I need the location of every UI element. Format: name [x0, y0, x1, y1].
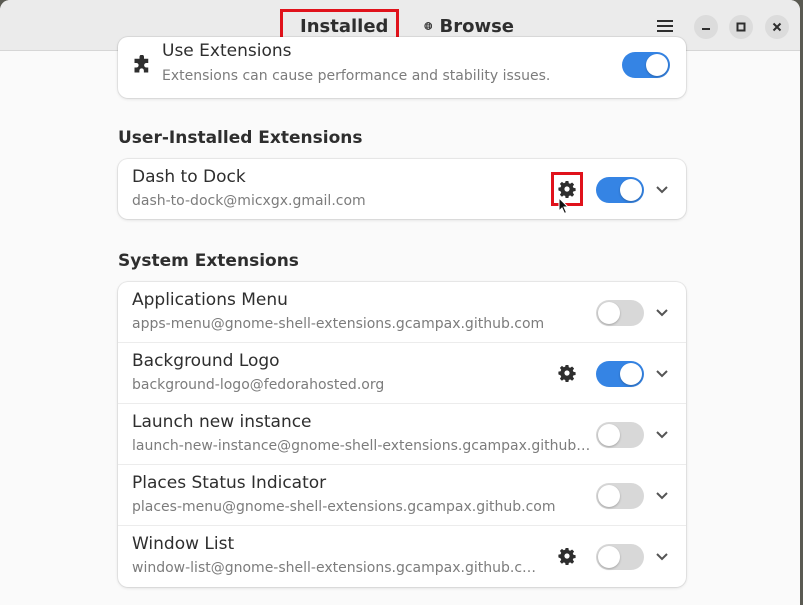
- gear-icon: [558, 181, 576, 198]
- extension-id: launch-new-instance@gnome-shell-extensio…: [132, 438, 591, 454]
- gear-icon: [558, 365, 576, 382]
- settings-button[interactable]: [557, 363, 577, 383]
- extension-name: Places Status Indicator: [132, 473, 327, 493]
- puzzle-icon: [134, 55, 149, 73]
- extension-toggle[interactable]: [596, 361, 644, 387]
- extension-name: Applications Menu: [132, 290, 288, 310]
- chevron-down-icon[interactable]: [653, 547, 671, 565]
- use-extensions-row: Use Extensions Extensions can cause perf…: [118, 37, 686, 98]
- extension-toggle[interactable]: [596, 177, 644, 203]
- extension-row-dash-to-dock[interactable]: Dash to Dock dash-to-dock@micxgx.gmail.c…: [118, 159, 686, 219]
- extension-id: background-logo@fedorahosted.org: [132, 377, 385, 393]
- use-extensions-subtitle: Extensions can cause performance and sta…: [162, 68, 551, 84]
- toggle-knob: [646, 54, 668, 76]
- close-icon: [772, 22, 782, 32]
- hamburger-menu-icon: [657, 20, 673, 32]
- extensions-window: Installed Browse Use Extensions Extensio…: [0, 0, 800, 605]
- extension-id: places-menu@gnome-shell-extensions.gcamp…: [132, 499, 556, 515]
- chevron-down-icon[interactable]: [653, 180, 671, 198]
- tab-browse-label: Browse: [439, 15, 514, 37]
- extension-toggle[interactable]: [596, 544, 644, 570]
- toggle-knob: [620, 179, 642, 201]
- settings-button[interactable]: [557, 179, 577, 199]
- user-installed-heading: User-Installed Extensions: [118, 128, 363, 148]
- use-extensions-title: Use Extensions: [162, 41, 292, 61]
- maximize-icon: [736, 22, 746, 32]
- toggle-knob: [598, 485, 620, 507]
- chevron-down-icon[interactable]: [653, 364, 671, 382]
- extension-row-places-status-indicator[interactable]: Places Status Indicator places-menu@gnom…: [118, 465, 686, 526]
- extension-row-launch-new-instance[interactable]: Launch new instance launch-new-instance@…: [118, 404, 686, 465]
- use-extensions-toggle[interactable]: [622, 52, 670, 78]
- extension-name: Dash to Dock: [132, 167, 246, 187]
- extension-id: window-list@gnome-shell-extensions.gcamp…: [132, 560, 537, 576]
- toggle-knob: [598, 302, 620, 324]
- extension-name: Launch new instance: [132, 412, 312, 432]
- mouse-cursor-icon: [558, 197, 570, 215]
- minimize-button[interactable]: [694, 15, 718, 39]
- extension-toggle[interactable]: [596, 422, 644, 448]
- toggle-knob: [620, 363, 642, 385]
- chevron-down-icon[interactable]: [653, 303, 671, 321]
- main-menu-button[interactable]: [652, 14, 678, 38]
- close-button[interactable]: [765, 15, 789, 39]
- use-extensions-card: Use Extensions Extensions can cause perf…: [118, 37, 686, 98]
- extension-name: Background Logo: [132, 351, 280, 371]
- extension-row-background-logo[interactable]: Background Logo background-logo@fedoraho…: [118, 343, 686, 404]
- chevron-down-icon[interactable]: [653, 425, 671, 443]
- system-extensions-heading: System Extensions: [118, 251, 299, 271]
- extension-toggle[interactable]: [596, 483, 644, 509]
- extension-name: Window List: [132, 534, 235, 554]
- globe-icon: [424, 22, 433, 30]
- main-content: Use Extensions Extensions can cause perf…: [0, 37, 800, 605]
- minimize-icon: [702, 28, 710, 30]
- tab-installed-label: Installed: [300, 15, 389, 37]
- gear-icon: [558, 548, 576, 565]
- settings-button[interactable]: [557, 546, 577, 566]
- extension-toggle[interactable]: [596, 300, 644, 326]
- extension-row-window-list[interactable]: Window List window-list@gnome-shell-exte…: [118, 526, 686, 587]
- user-extensions-card: Dash to Dock dash-to-dock@micxgx.gmail.c…: [118, 159, 686, 219]
- toggle-knob: [598, 424, 620, 446]
- system-extensions-card: Applications Menu apps-menu@gnome-shell-…: [118, 282, 686, 587]
- extension-id: dash-to-dock@micxgx.gmail.com: [132, 193, 366, 209]
- maximize-button[interactable]: [729, 15, 753, 39]
- toggle-knob: [598, 546, 620, 568]
- extension-row-applications-menu[interactable]: Applications Menu apps-menu@gnome-shell-…: [118, 282, 686, 343]
- extension-id: apps-menu@gnome-shell-extensions.gcampax…: [132, 316, 545, 332]
- chevron-down-icon[interactable]: [653, 486, 671, 504]
